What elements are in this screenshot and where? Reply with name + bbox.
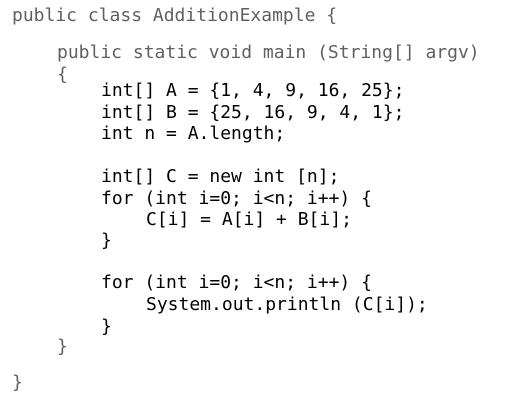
code-line-for-loop-2: for (int i=0; i<n; i++) { <box>101 272 372 293</box>
code-line-for-loop-1-close: } <box>101 230 112 251</box>
code-line-array-b: int[] B = {25, 16, 9, 4, 1}; <box>101 102 405 123</box>
code-line-class-declaration: public class AdditionExample { <box>12 5 338 26</box>
code-line-array-c: int[] C = new int [n]; <box>101 166 340 187</box>
code-line-main-method: public static void main (String[] argv) <box>57 42 480 63</box>
code-line-sum-statement: C[i] = A[i] + B[i]; <box>146 209 352 230</box>
code-line-length: int n = A.length; <box>101 123 286 144</box>
code-line-array-a: int[] A = {1, 4, 9, 16, 25}; <box>101 80 405 101</box>
code-line-main-open-brace: { <box>57 64 68 85</box>
code-line-for-loop-1: for (int i=0; i<n; i++) { <box>101 188 372 209</box>
code-line-for-loop-2-close: } <box>101 316 112 337</box>
code-line-println: System.out.println (C[i]); <box>146 294 428 315</box>
code-line-main-close-brace: } <box>57 336 68 357</box>
code-listing: public class AdditionExample { public st… <box>0 0 515 403</box>
code-line-class-close-brace: } <box>12 372 23 393</box>
